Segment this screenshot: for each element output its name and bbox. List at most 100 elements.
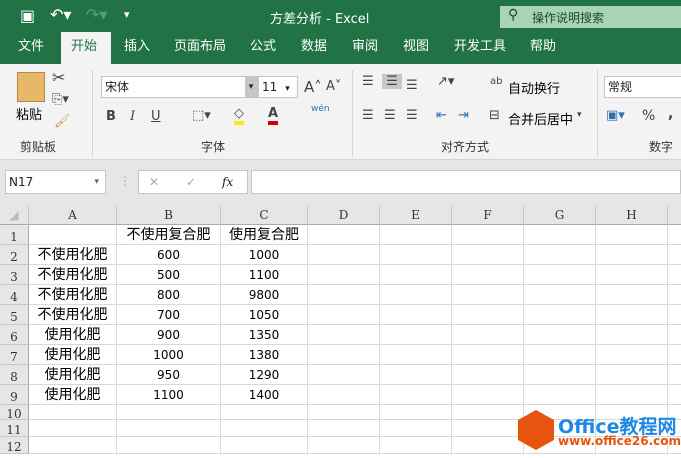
cell-A7[interactable]: 使用化肥: [29, 345, 117, 365]
font-color-icon[interactable]: A: [268, 106, 279, 125]
tab-page-layout[interactable]: 页面布局: [164, 32, 236, 64]
cell-D4[interactable]: [308, 285, 380, 305]
cell-H8[interactable]: [596, 365, 668, 385]
cell-I5[interactable]: [668, 305, 681, 325]
cell-G9[interactable]: [524, 385, 596, 405]
align-top-icon[interactable]: ☰: [362, 74, 374, 89]
tab-home[interactable]: 开始: [61, 32, 111, 64]
cell-H7[interactable]: [596, 345, 668, 365]
decrease-font-icon[interactable]: A˅: [326, 79, 341, 94]
cell-A8[interactable]: 使用化肥: [29, 365, 117, 385]
cell-E12[interactable]: [380, 437, 452, 454]
cell-H5[interactable]: [596, 305, 668, 325]
search-box[interactable]: ⚲ 操作说明搜索: [500, 6, 681, 28]
cell-H6[interactable]: [596, 325, 668, 345]
underline-button[interactable]: U: [151, 109, 161, 124]
cell-F7[interactable]: [452, 345, 524, 365]
tab-developer[interactable]: 开发工具: [444, 32, 516, 64]
cell-B12[interactable]: [117, 437, 221, 454]
cell-C3[interactable]: 1100: [221, 265, 308, 285]
align-bottom-icon[interactable]: ☰: [406, 78, 418, 93]
cell-E7[interactable]: [380, 345, 452, 365]
decrease-indent-icon[interactable]: ⇤: [436, 108, 447, 123]
cell-G6[interactable]: [524, 325, 596, 345]
column-header-F[interactable]: F: [452, 206, 524, 225]
font-size-select[interactable]: 11 ▾: [258, 76, 298, 98]
borders-icon[interactable]: ⬚▾: [192, 108, 211, 123]
row-header-3[interactable]: 3: [0, 265, 29, 285]
cell-F9[interactable]: [452, 385, 524, 405]
formula-input[interactable]: [251, 170, 681, 194]
comma-button[interactable]: ,: [668, 106, 673, 122]
cell-B8[interactable]: 950: [117, 365, 221, 385]
cell-E5[interactable]: [380, 305, 452, 325]
chevron-down-icon[interactable]: ▾: [577, 110, 582, 120]
cell-B7[interactable]: 1000: [117, 345, 221, 365]
format-painter-icon[interactable]: 🖌: [54, 114, 71, 129]
cell-B1[interactable]: 不使用复合肥: [117, 225, 221, 245]
cell-A9[interactable]: 使用化肥: [29, 385, 117, 405]
column-header-D[interactable]: D: [308, 206, 380, 225]
cell-F6[interactable]: [452, 325, 524, 345]
cancel-icon[interactable]: ✕: [149, 172, 159, 192]
increase-font-icon[interactable]: A˄: [304, 78, 322, 96]
cell-C6[interactable]: 1350: [221, 325, 308, 345]
cell-C4[interactable]: 9800: [221, 285, 308, 305]
cell-E8[interactable]: [380, 365, 452, 385]
cell-E1[interactable]: [380, 225, 452, 245]
italic-button[interactable]: I: [130, 109, 135, 124]
cell-I1[interactable]: [668, 225, 681, 245]
cell-F5[interactable]: [452, 305, 524, 325]
orientation-icon[interactable]: ↗▾: [437, 74, 454, 89]
cell-A11[interactable]: [29, 420, 117, 437]
cell-C8[interactable]: 1290: [221, 365, 308, 385]
row-header-8[interactable]: 8: [0, 365, 29, 385]
column-header-A[interactable]: A: [29, 206, 117, 225]
cell-B10[interactable]: [117, 405, 221, 420]
column-header[interactable]: [668, 206, 681, 225]
cell-I3[interactable]: [668, 265, 681, 285]
cell-I9[interactable]: [668, 385, 681, 405]
cell-A1[interactable]: [29, 225, 117, 245]
cell-A3[interactable]: 不使用化肥: [29, 265, 117, 285]
cell-D5[interactable]: [308, 305, 380, 325]
cell-G1[interactable]: [524, 225, 596, 245]
row-header-4[interactable]: 4: [0, 285, 29, 305]
cell-G4[interactable]: [524, 285, 596, 305]
undo-icon[interactable]: ↶▾: [50, 5, 71, 24]
wrap-text-button[interactable]: 自动换行: [508, 78, 560, 97]
tab-review[interactable]: 审阅: [342, 32, 388, 64]
row-header-9[interactable]: 9: [0, 385, 29, 405]
cell-B4[interactable]: 800: [117, 285, 221, 305]
cell-F4[interactable]: [452, 285, 524, 305]
cell-B5[interactable]: 700: [117, 305, 221, 325]
cell-C11[interactable]: [221, 420, 308, 437]
increase-indent-icon[interactable]: ⇥: [458, 108, 469, 123]
cell-H1[interactable]: [596, 225, 668, 245]
cell-F11[interactable]: [452, 420, 524, 437]
cell-H3[interactable]: [596, 265, 668, 285]
column-header-E[interactable]: E: [380, 206, 452, 225]
cell-A2[interactable]: 不使用化肥: [29, 245, 117, 265]
percent-button[interactable]: %: [642, 108, 655, 124]
cell-F8[interactable]: [452, 365, 524, 385]
row-header-5[interactable]: 5: [0, 305, 29, 325]
row-header-6[interactable]: 6: [0, 325, 29, 345]
cell-F10[interactable]: [452, 405, 524, 420]
cell-G3[interactable]: [524, 265, 596, 285]
copy-icon[interactable]: ⎘▾: [52, 92, 69, 107]
cell-F12[interactable]: [452, 437, 524, 454]
column-header-C[interactable]: C: [221, 206, 308, 225]
cell-B3[interactable]: 500: [117, 265, 221, 285]
cell-D12[interactable]: [308, 437, 380, 454]
cell-I4[interactable]: [668, 285, 681, 305]
cell-E2[interactable]: [380, 245, 452, 265]
column-header-B[interactable]: B: [117, 206, 221, 225]
cell-H9[interactable]: [596, 385, 668, 405]
insert-function-icon[interactable]: fx: [222, 172, 233, 192]
cell-D10[interactable]: [308, 405, 380, 420]
cell-B6[interactable]: 900: [117, 325, 221, 345]
paste-icon[interactable]: [17, 72, 45, 102]
cut-icon[interactable]: ✂: [52, 68, 65, 87]
cell-F1[interactable]: [452, 225, 524, 245]
